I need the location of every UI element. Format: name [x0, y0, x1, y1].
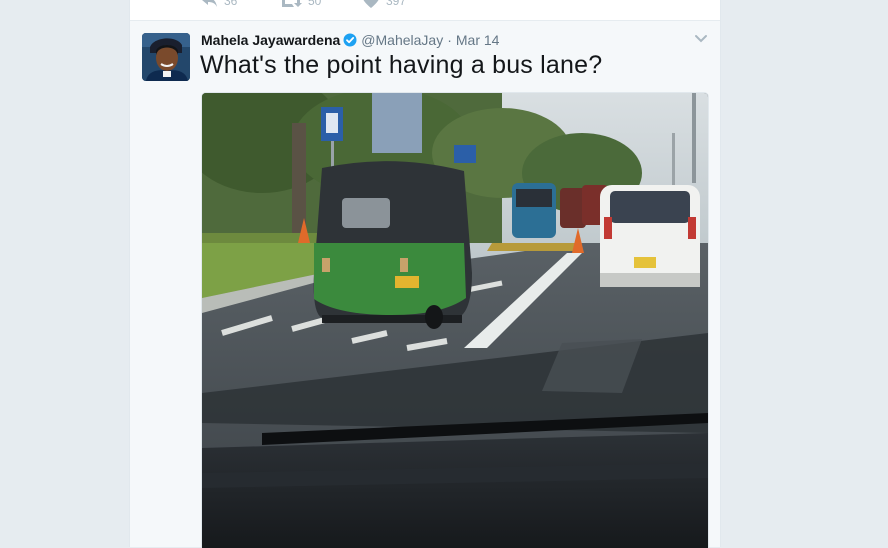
- reply-icon: [202, 0, 217, 7]
- previous-tweet-action-bar: 36 50 397: [130, 0, 720, 21]
- tweet-header: Mahela Jayawardena @MahelaJay · Mar 14: [201, 31, 499, 49]
- reply-action[interactable]: 36: [200, 0, 237, 10]
- account-handle[interactable]: @MahelaJay: [361, 32, 443, 48]
- retweet-icon: [282, 0, 302, 7]
- caret-down-icon[interactable]: [693, 31, 709, 47]
- avatar[interactable]: [142, 33, 190, 81]
- retweet-count: 50: [308, 0, 322, 8]
- like-count: 397: [386, 0, 407, 8]
- tweet[interactable]: Mahela Jayawardena @MahelaJay · Mar 14 W…: [130, 21, 720, 548]
- tweet-text: What's the point having a bus lane?: [200, 51, 603, 79]
- like-action[interactable]: 397: [362, 0, 406, 10]
- photo-street-scene: [202, 93, 708, 548]
- header-separator: ·: [447, 32, 452, 48]
- tweet-photo[interactable]: [201, 92, 709, 548]
- retweet-action[interactable]: 50: [280, 0, 321, 10]
- like-icon: [363, 0, 379, 8]
- avatar-image: [142, 33, 190, 81]
- tweet-timestamp[interactable]: Mar 14: [456, 32, 500, 48]
- verified-badge-icon: [343, 33, 357, 47]
- account-fullname[interactable]: Mahela Jayawardena: [201, 32, 340, 48]
- reply-count: 36: [224, 0, 238, 8]
- timeline-stream: 36 50 397 Mahela Jayawardena @MahelaJay …: [129, 0, 721, 548]
